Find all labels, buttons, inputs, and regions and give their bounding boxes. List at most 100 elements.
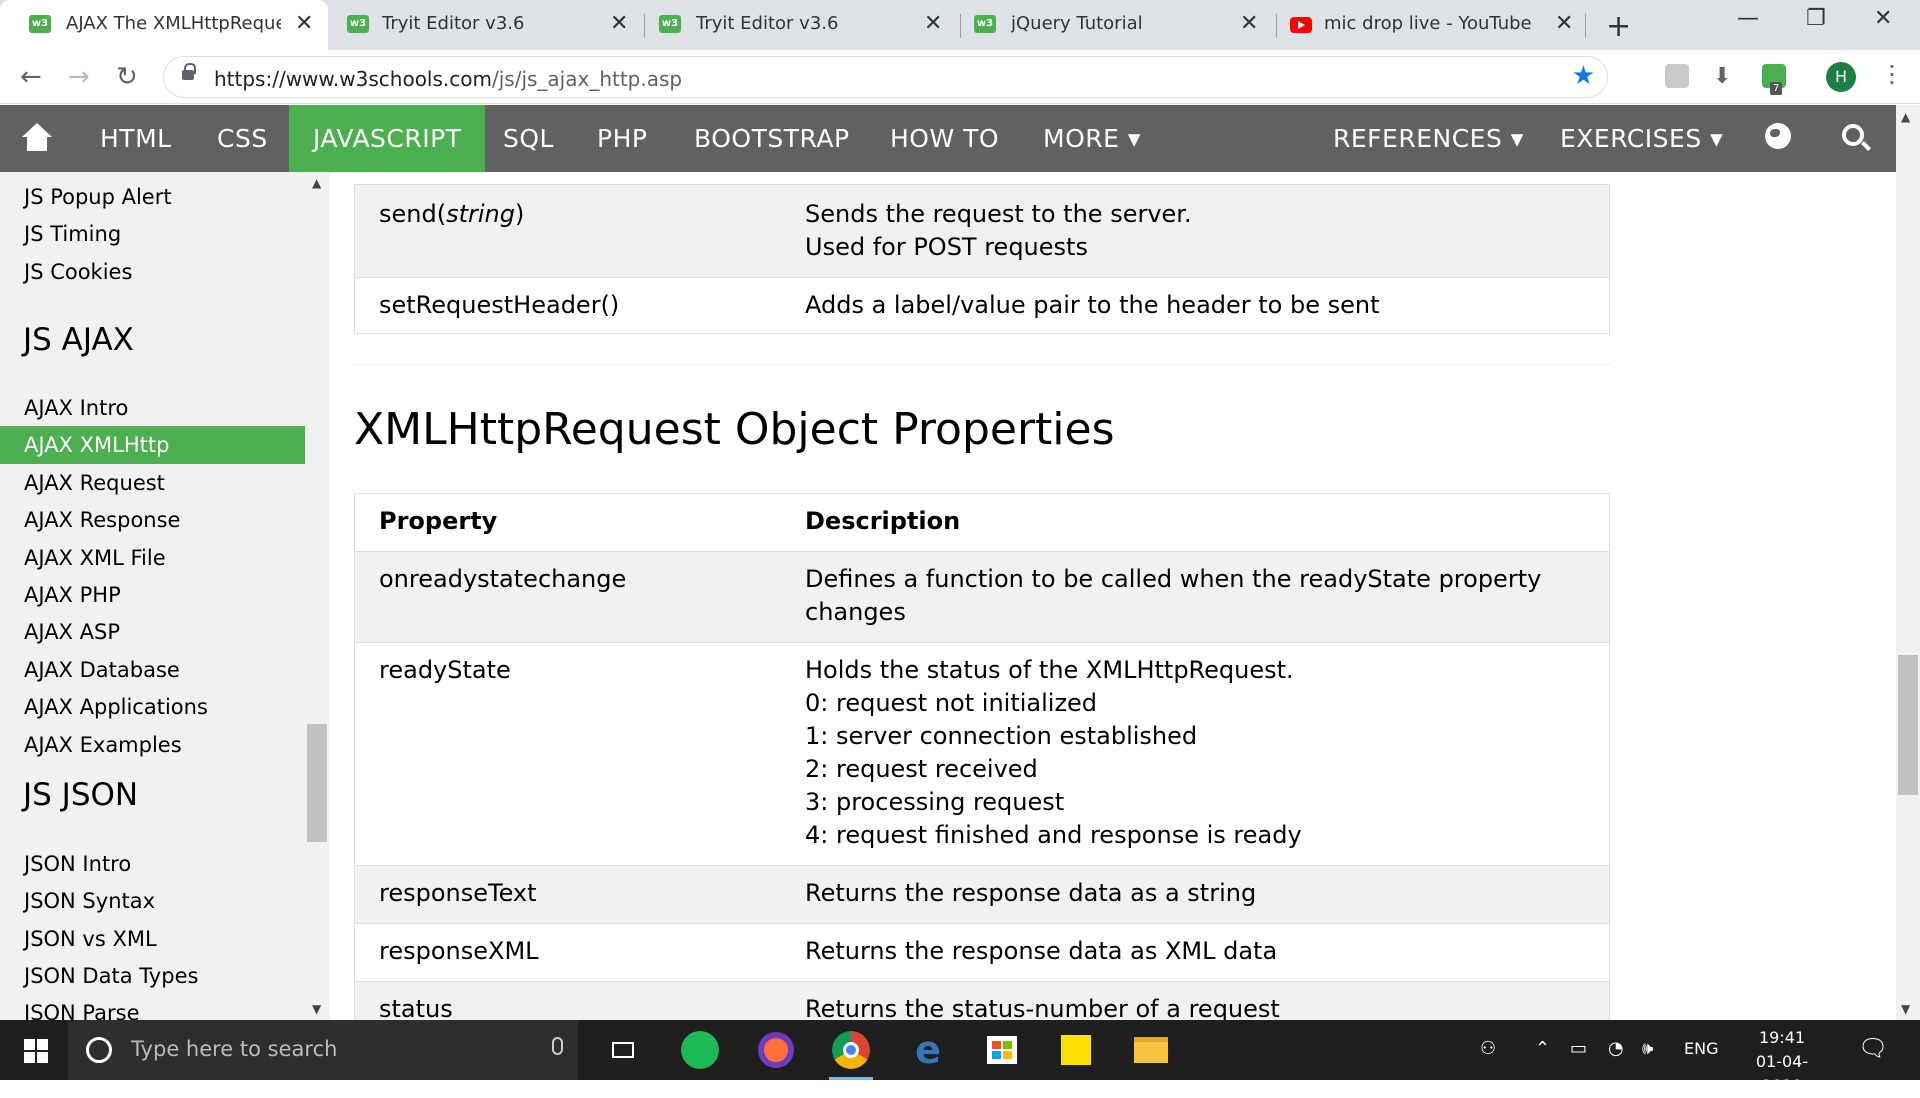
system-clock[interactable]: 19:41 01-04-2019 [1736, 1026, 1828, 1098]
sidebar-item-ajax-request[interactable]: AJAX Request [0, 464, 305, 502]
nav-sql[interactable]: SQL [503, 105, 554, 172]
nav-bootstrap[interactable]: BOOTSTRAP [694, 105, 850, 172]
sidebar-item-ajax-applications[interactable]: AJAX Applications [0, 688, 305, 726]
sidebar-item-ajax-php[interactable]: AJAX PHP [0, 576, 305, 614]
new-tab-button[interactable]: + [1606, 9, 1631, 44]
tab-close-icon[interactable]: ✕ [1240, 11, 1258, 36]
sidebar-item-js-cookies[interactable]: JS Cookies [0, 253, 305, 291]
reload-icon[interactable]: ↻ [116, 62, 138, 92]
sidebar-item-ajax-response[interactable]: AJAX Response [0, 501, 305, 539]
sticky-notes-icon[interactable] [1054, 1028, 1098, 1072]
volume-icon[interactable]: 🕪 [1642, 1038, 1653, 1059]
minimize-button[interactable]: — [1737, 6, 1759, 31]
notification-center-icon[interactable]: 🗨 [1858, 1034, 1888, 1062]
task-view-glyph [612, 1042, 634, 1058]
store-pane [1003, 1051, 1012, 1059]
page-scrollbar[interactable] [1896, 105, 1920, 1020]
show-hidden-icons-chevron-icon[interactable]: ⌃ [1535, 1038, 1550, 1059]
store-icon[interactable] [980, 1028, 1024, 1072]
sidebar-item-ajax-xml-file[interactable]: AJAX XML File [0, 539, 305, 577]
sidebar-item-json-parse[interactable]: JSON Parse [0, 994, 305, 1020]
tab-close-icon[interactable]: ✕ [924, 11, 942, 36]
menu-kebab-icon[interactable]: ⋮ [1880, 60, 1904, 88]
page-scroll-down-icon[interactable]: ▼ [1901, 1002, 1910, 1016]
nav-php[interactable]: PHP [597, 105, 647, 172]
search-icon[interactable] [1842, 124, 1864, 146]
w3schools-icon: w3 [347, 15, 369, 33]
restore-button[interactable]: ❐ [1806, 6, 1826, 31]
sidebar-item-js-timing[interactable]: JS Timing [0, 215, 305, 253]
tab-title: Tryit Editor v3.6 [696, 13, 839, 34]
firefox-icon[interactable] [754, 1028, 798, 1072]
avatar[interactable]: H [1826, 62, 1856, 92]
forward-icon[interactable]: → [68, 62, 90, 92]
bookmark-star-icon[interactable]: ★ [1572, 61, 1595, 91]
sidebar-scroll-up-icon[interactable]: ▲ [312, 176, 321, 190]
sidebar-item-ajax-asp[interactable]: AJAX ASP [0, 613, 305, 651]
chrome-icon[interactable] [829, 1028, 873, 1080]
tab-youtube[interactable]: mic drop live - YouTube ✕ [1277, 0, 1591, 50]
nav-exercises[interactable]: EXERCISES ▾ [1560, 105, 1723, 172]
window-close-button[interactable]: ✕ [1874, 6, 1892, 31]
tab-tryit-editor-2[interactable]: w3 Tryit Editor v3.6 ✕ [645, 0, 959, 50]
sidebar-heading-js-json: JS JSON [23, 777, 139, 813]
page-scrollbar-thumb[interactable] [1898, 655, 1918, 795]
language-indicator[interactable]: ENG [1684, 1039, 1718, 1058]
method-name-end: ) [514, 200, 525, 228]
tab-close-icon[interactable]: ✕ [1555, 11, 1573, 36]
globe-icon[interactable] [1765, 123, 1791, 149]
sidebar-item-js-popup-alert[interactable]: JS Popup Alert [0, 178, 305, 216]
back-icon[interactable]: ← [20, 62, 42, 92]
download-icon[interactable]: ⬇ [1713, 64, 1731, 89]
sidebar-item-json-data-types[interactable]: JSON Data Types [0, 957, 305, 995]
nav-css[interactable]: CSS [217, 105, 268, 172]
sidebar-item-ajax-database[interactable]: AJAX Database [0, 651, 305, 689]
property-name: status [379, 995, 453, 1020]
nav-more[interactable]: MORE ▾ [1043, 105, 1141, 172]
address-bar[interactable]: https://www.w3schools.com/js/js_ajax_htt… [163, 56, 1608, 98]
wifi-icon[interactable]: ◔ [1608, 1038, 1624, 1059]
windows-logo-pane [37, 1052, 48, 1063]
tab-jquery-tutorial[interactable]: w3 jQuery Tutorial ✕ [961, 0, 1275, 50]
table-row: readyState Holds the status of the XMLHt… [355, 642, 1609, 865]
tab-close-icon[interactable]: ✕ [610, 11, 628, 36]
tab-ajax-xmlhttprequest[interactable]: w3 AJAX The XMLHttpRequest ✕ [0, 0, 328, 50]
sidebar-scrollbar-thumb[interactable] [307, 724, 327, 842]
tab-separator [1585, 14, 1586, 38]
description-line: 2: request received [805, 755, 1038, 783]
taskbar-search-box[interactable]: Type here to search [68, 1020, 578, 1080]
nav-how-to[interactable]: HOW TO [890, 105, 999, 172]
battery-icon[interactable]: ▭ [1570, 1038, 1587, 1059]
sidebar-scrollbar[interactable] [306, 172, 330, 1020]
task-view-icon[interactable] [601, 1028, 645, 1072]
tab-close-icon[interactable]: ✕ [295, 11, 313, 36]
tab-tryit-editor-1[interactable]: w3 Tryit Editor v3.6 ✕ [330, 0, 644, 50]
spotify-icon[interactable] [678, 1028, 722, 1072]
nav-html[interactable]: HTML [100, 105, 172, 172]
sidebar-item-json-intro[interactable]: JSON Intro [0, 845, 305, 883]
home-icon[interactable] [22, 123, 52, 151]
sidebar-item-json-vs-xml[interactable]: JSON vs XML [0, 920, 305, 958]
extension-icon[interactable] [1665, 64, 1689, 88]
sidebar-item-json-syntax[interactable]: JSON Syntax [0, 882, 305, 920]
microphone-icon[interactable] [552, 1037, 563, 1055]
method-description: Sends the request to the server. Used fo… [805, 198, 1565, 264]
windows-start-icon[interactable] [24, 1039, 48, 1063]
nav-javascript[interactable]: JAVASCRIPT [289, 105, 486, 172]
people-icon[interactable]: ⚇ [1480, 1038, 1496, 1059]
main-content: send(string) Sends the request to the se… [330, 172, 1896, 1020]
edge-logo: e [915, 1028, 941, 1072]
table-row: responseText Returns the response data a… [355, 865, 1609, 923]
file-explorer-icon[interactable] [1129, 1028, 1173, 1072]
sidebar-item-ajax-examples[interactable]: AJAX Examples [0, 726, 305, 764]
properties-table: Property Description onreadystatechange … [354, 493, 1610, 1020]
description-line: 3: processing request [805, 788, 1065, 816]
sidebar-item-ajax-intro[interactable]: AJAX Intro [0, 389, 305, 427]
page-scroll-up-icon[interactable]: ▲ [1901, 110, 1910, 124]
sidebar-item-ajax-xmlhttp[interactable]: AJAX XMLHttp [0, 426, 305, 464]
edge-icon[interactable]: e [906, 1028, 950, 1072]
nav-references[interactable]: REFERENCES ▾ [1333, 105, 1524, 172]
property-name: responseText [379, 879, 537, 907]
sidebar-scroll-down-icon[interactable]: ▼ [312, 1002, 321, 1016]
windows-taskbar: Type here to search e ⚇ ⌃ ▭ ◔ 🕪 ENG 19:4… [0, 1020, 1920, 1095]
